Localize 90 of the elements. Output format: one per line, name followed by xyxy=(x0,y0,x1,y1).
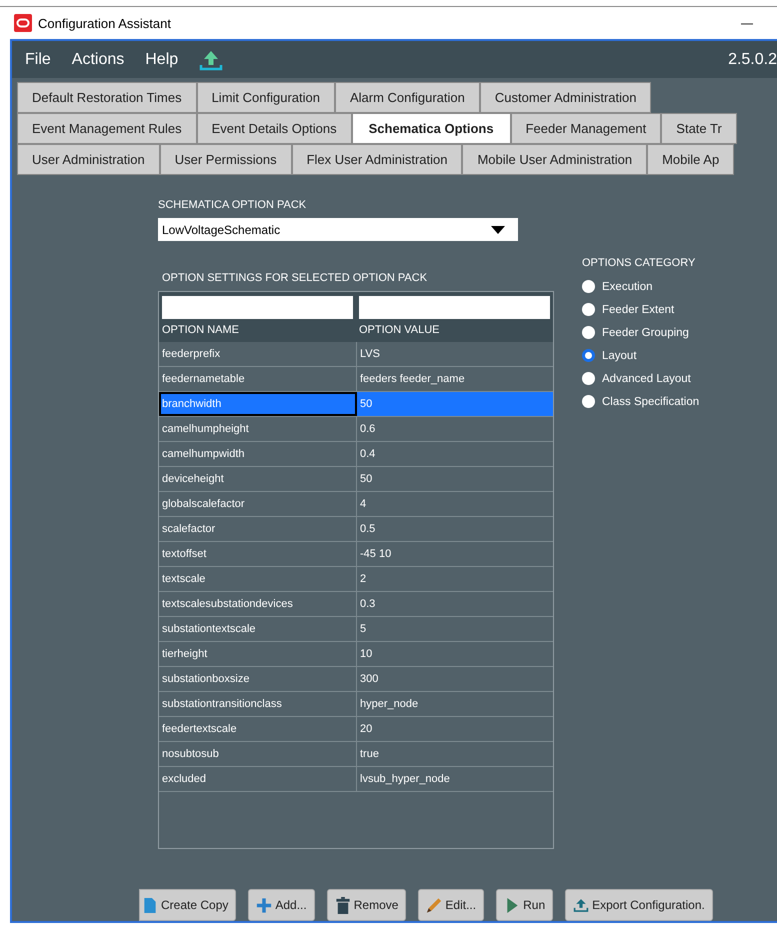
table-cell[interactable]: substationtransitionclass xyxy=(159,692,357,716)
option-pack-label: SCHEMATICA OPTION PACK xyxy=(158,199,308,211)
options-category-label: OPTIONS CATEGORY xyxy=(582,257,696,269)
table-cell[interactable]: nosubtosub xyxy=(159,742,357,766)
table-cell[interactable]: lvsub_hyper_node xyxy=(357,767,553,791)
version-label: 2.5.0.2 xyxy=(728,50,777,68)
radio-button[interactable] xyxy=(582,372,595,385)
tab[interactable]: Event Management Rules xyxy=(17,113,197,144)
table-cell[interactable]: deviceheight xyxy=(159,467,357,491)
window-title: Configuration Assistant xyxy=(38,16,172,30)
table-cell[interactable]: 4 xyxy=(357,492,553,516)
action-button[interactable]: Edit... xyxy=(418,889,484,921)
tab[interactable]: Mobile Ap xyxy=(647,144,734,175)
radio-label[interactable]: Execution xyxy=(602,280,653,292)
tab[interactable]: Limit Configuration xyxy=(196,82,335,113)
table-cell[interactable]: feeders feeder_name xyxy=(357,367,553,391)
upload-icon[interactable] xyxy=(199,48,224,70)
table-cell[interactable]: scalefactor xyxy=(159,517,357,541)
action-button[interactable]: Add... xyxy=(248,889,315,921)
trash-icon xyxy=(334,896,351,914)
table-cell[interactable]: true xyxy=(357,742,553,766)
table-cell[interactable]: substationtextscale xyxy=(159,617,357,641)
table-cell[interactable]: tierheight xyxy=(159,642,357,666)
pencil-icon xyxy=(426,896,442,914)
table-cell[interactable]: feederprefix xyxy=(159,342,357,366)
action-button[interactable]: Export Configuration. xyxy=(565,889,713,921)
tab[interactable]: Customer Administration xyxy=(480,82,652,113)
radio-label[interactable]: Feeder Extent xyxy=(602,304,674,316)
radio-button[interactable] xyxy=(582,280,595,293)
radio-button[interactable] xyxy=(582,395,595,408)
table-cell[interactable]: 50 xyxy=(357,392,553,416)
table-cell[interactable]: 50 xyxy=(357,467,553,491)
table-title: OPTION SETTINGS FOR SELECTED OPTION PACK xyxy=(162,272,428,284)
table-cell[interactable]: camelhumpheight xyxy=(159,417,357,441)
plus-icon xyxy=(256,896,272,914)
menu-item[interactable]: Actions xyxy=(72,50,124,68)
table-cell[interactable]: 0.3 xyxy=(357,592,553,616)
tab[interactable]: Mobile User Administration xyxy=(462,144,648,175)
radio-button[interactable] xyxy=(582,303,595,316)
table-cell[interactable]: textoffset xyxy=(159,542,357,566)
table-cell[interactable]: 20 xyxy=(357,717,553,741)
tab[interactable]: Event Details Options xyxy=(196,113,352,144)
table-cell[interactable]: substationboxsize xyxy=(159,667,357,691)
menu-item[interactable]: File xyxy=(25,50,51,68)
radio-button[interactable] xyxy=(582,326,595,339)
table-cell[interactable]: 2 xyxy=(357,567,553,591)
tab[interactable]: Feeder Management xyxy=(510,113,662,144)
radio-button[interactable] xyxy=(582,349,595,362)
table-cell[interactable]: hyper_node xyxy=(357,692,553,716)
option-pack-dropdown[interactable]: LowVoltageSchematic xyxy=(158,218,518,241)
table-cell[interactable]: 0.4 xyxy=(357,442,553,466)
filter-field[interactable] xyxy=(162,296,353,319)
table-cell[interactable]: LVS xyxy=(357,342,553,366)
minimize-button[interactable]: — xyxy=(741,16,753,30)
column-header: OPTION NAME xyxy=(162,323,240,338)
radio-label[interactable]: Layout xyxy=(602,350,637,362)
caret-icon xyxy=(491,226,505,234)
table-cell[interactable]: camelhumpwidth xyxy=(159,442,357,466)
table-cell[interactable]: 0.5 xyxy=(357,517,553,541)
tab[interactable]: Flex User Administration xyxy=(292,144,462,175)
tab[interactable]: Schematica Options xyxy=(352,113,511,144)
action-button[interactable]: Remove xyxy=(326,889,406,921)
table-cell[interactable]: -45 10 xyxy=(357,542,553,566)
table-cell[interactable]: excluded xyxy=(159,767,357,791)
action-button[interactable]: Run xyxy=(496,889,554,921)
filter-field[interactable] xyxy=(359,296,550,319)
table-cell[interactable]: feedertextscale xyxy=(159,717,357,741)
table-cell[interactable]: 10 xyxy=(357,642,553,666)
tab[interactable]: State Tr xyxy=(661,113,737,144)
table-cell[interactable]: textscalesubstationdevices xyxy=(159,592,357,616)
tab[interactable]: Default Restoration Times xyxy=(17,82,197,113)
upload-icon xyxy=(573,896,590,914)
tab[interactable]: User Permissions xyxy=(160,144,292,175)
radio-label[interactable]: Class Specification xyxy=(602,396,700,408)
document-icon xyxy=(142,896,158,914)
action-button[interactable]: Create Copy xyxy=(139,889,236,921)
table-cell[interactable]: feedernametable xyxy=(159,367,357,391)
tab[interactable]: Alarm Configuration xyxy=(334,82,480,113)
table-cell[interactable]: 5 xyxy=(357,617,553,641)
radio-label[interactable]: Feeder Grouping xyxy=(602,326,689,338)
table-cell[interactable]: globalscalefactor xyxy=(159,492,357,516)
tab[interactable]: User Administration xyxy=(17,144,160,175)
table-cell[interactable]: 300 xyxy=(357,667,553,691)
table-cell[interactable]: 0.6 xyxy=(357,417,553,441)
menu-item[interactable]: Help xyxy=(145,50,178,68)
app-logo-icon xyxy=(14,14,32,32)
table-cell[interactable]: branchwidth xyxy=(159,392,357,416)
table-cell[interactable]: textscale xyxy=(159,567,357,591)
radio-label[interactable]: Advanced Layout xyxy=(602,372,691,384)
column-header: OPTION VALUE xyxy=(359,323,440,338)
